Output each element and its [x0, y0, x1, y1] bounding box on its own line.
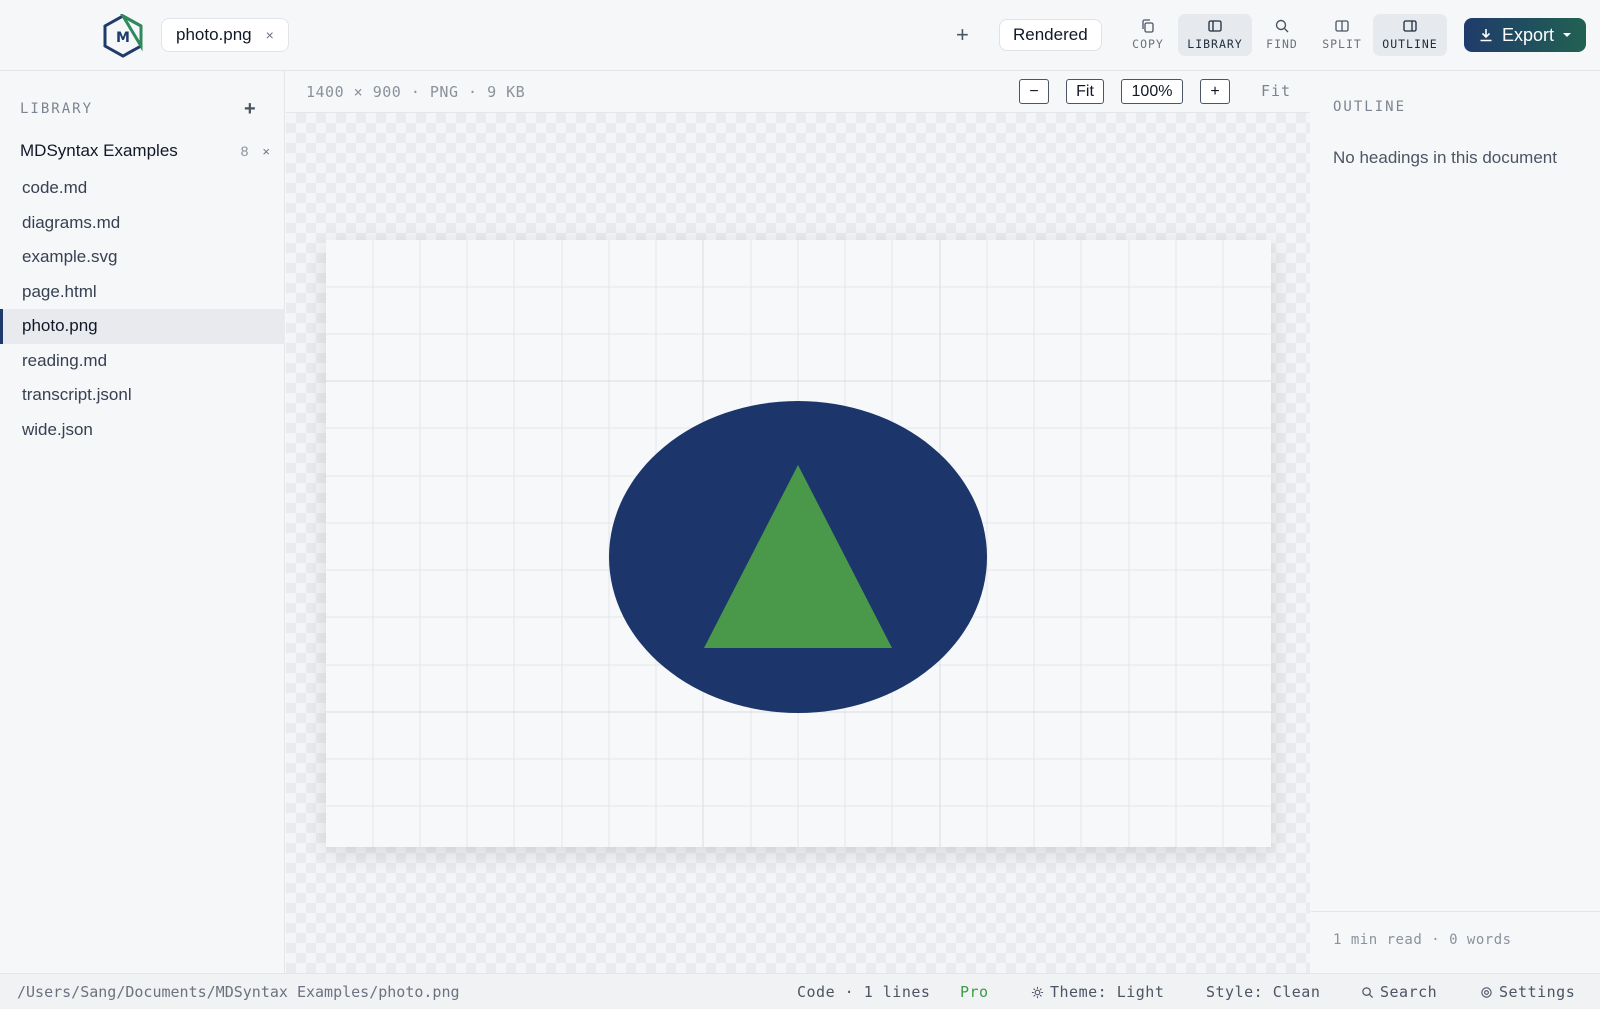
outline-heading: OUTLINE [1333, 99, 1407, 115]
settings-button[interactable]: Settings [1480, 983, 1575, 1001]
chevron-down-icon [1563, 33, 1572, 37]
svg-text:M: M [116, 30, 130, 46]
file-list: code.md diagrams.md example.svg page.htm… [0, 171, 285, 447]
outline-footer: 1 min read · 0 words [1311, 911, 1600, 973]
sidebar-heading: LIBRARY [20, 101, 94, 117]
image-meta: 1400 × 900 · PNG · 9 KB [306, 83, 526, 101]
close-tab-icon[interactable]: × [266, 27, 274, 43]
sidebar-left-icon [1208, 20, 1222, 32]
add-library-button[interactable]: + [244, 98, 256, 121]
copy-button[interactable]: COPY [1126, 14, 1170, 56]
find-button[interactable]: FIND [1260, 14, 1304, 56]
reading-stats: 1 min read · 0 words [1333, 932, 1512, 948]
viewer-toolbar: 1400 × 900 · PNG · 9 KB − Fit 100% + Fit [286, 71, 1310, 113]
file-path: /Users/Sang/Documents/MDSyntax Examples/… [17, 983, 460, 1001]
outline-empty-message: No headings in this document [1333, 148, 1557, 167]
outline-toggle-button[interactable]: OUTLINE [1373, 14, 1447, 56]
file-item-page-html[interactable]: page.html [0, 275, 285, 310]
sun-icon [1031, 986, 1044, 998]
image-canvas [286, 113, 1310, 973]
style-switcher[interactable]: Style: Clean [1206, 983, 1320, 1001]
split-button[interactable]: SPLIT [1318, 14, 1366, 56]
library-group-name: MDSyntax Examples [20, 141, 178, 160]
file-item-diagrams-md[interactable]: diagrams.md [0, 206, 285, 241]
fit-mode-label: Fit [1261, 82, 1292, 100]
image-preview [326, 240, 1271, 847]
file-tab-label: photo.png [176, 25, 252, 44]
sidebar-right-icon [1403, 20, 1417, 32]
code-lines-status[interactable]: Code · 1 lines [797, 983, 930, 1001]
file-item-wide-json[interactable]: wide.json [0, 413, 285, 448]
outline-panel: OUTLINE No headings in this document 1 m… [1311, 71, 1600, 973]
library-group[interactable]: MDSyntax Examples 8 × [20, 141, 270, 161]
file-item-reading-md[interactable]: reading.md [0, 344, 285, 379]
app-logo-icon: M [103, 14, 143, 58]
library-sidebar: LIBRARY + MDSyntax Examples 8 × code.md … [0, 71, 285, 973]
new-tab-button[interactable]: + [956, 22, 969, 48]
library-group-count: 8 [240, 143, 249, 159]
file-item-transcript-jsonl[interactable]: transcript.jsonl [0, 378, 285, 413]
split-view-icon [1335, 20, 1349, 32]
close-group-icon[interactable]: × [262, 144, 270, 159]
download-icon [1480, 29, 1492, 42]
search-status-button[interactable]: Search [1361, 983, 1437, 1001]
library-toggle-button[interactable]: LIBRARY [1178, 14, 1252, 56]
gear-icon [1481, 986, 1492, 998]
file-item-example-svg[interactable]: example.svg [0, 240, 285, 275]
file-tab[interactable]: photo.png × [161, 18, 289, 52]
image-viewer: 1400 × 900 · PNG · 9 KB − Fit 100% + Fit [286, 71, 1310, 973]
export-button[interactable]: Export [1464, 18, 1586, 52]
file-item-photo-png[interactable]: photo.png [0, 309, 285, 344]
file-item-code-md[interactable]: code.md [0, 171, 285, 206]
zoom-out-button[interactable]: − [1019, 79, 1049, 104]
status-bar: /Users/Sang/Documents/MDSyntax Examples/… [0, 973, 1600, 1009]
zoom-in-button[interactable]: + [1200, 79, 1230, 104]
theme-switcher[interactable]: Theme: Light [1031, 983, 1164, 1001]
view-mode-button[interactable]: Rendered [999, 19, 1102, 51]
fit-button[interactable]: Fit [1066, 79, 1104, 104]
zoom-100-button[interactable]: 100% [1121, 79, 1183, 104]
preview-image [326, 240, 1271, 847]
search-icon [1362, 986, 1374, 998]
top-bar: M photo.png × + Rendered COPY LIBRARY FI… [0, 0, 1600, 71]
pro-badge[interactable]: Pro [960, 983, 989, 1001]
copy-icon [1142, 19, 1154, 33]
search-icon [1275, 19, 1289, 33]
